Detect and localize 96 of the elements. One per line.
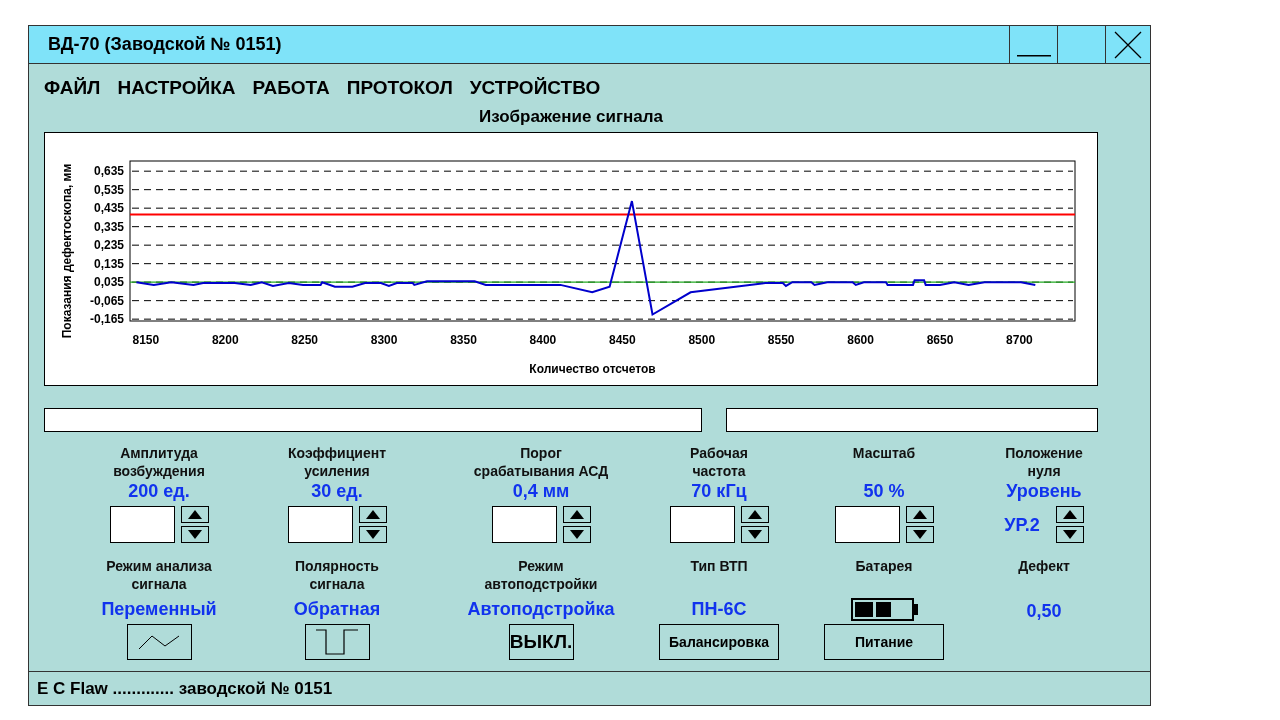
setting-value: ПН-6С	[691, 598, 747, 620]
value-input[interactable]	[669, 506, 735, 543]
x-tick-label: 8550	[767, 333, 795, 347]
x-tick-label: 8300	[370, 333, 398, 347]
y-tick-label: -0,065	[89, 293, 124, 308]
x-tick-label: 8350	[450, 333, 477, 347]
down-button[interactable]	[180, 526, 209, 543]
toggle-button[interactable]: ВЫКЛ.	[508, 624, 574, 660]
down-button[interactable]	[1055, 526, 1084, 543]
setting-value: 70 кГц	[691, 480, 747, 502]
setting-label: Батарея	[855, 557, 913, 575]
power-button[interactable]: Питание	[824, 624, 944, 660]
setting-label: Порог срабатывания АСД	[473, 444, 609, 480]
down-button[interactable]	[905, 526, 934, 543]
setting-label: Положение нуля	[1005, 444, 1083, 480]
setting-label: Тип ВТП	[690, 557, 748, 575]
setting-value: 200 ед.	[128, 480, 190, 502]
setting-label: Амплитуда возбуждения	[113, 444, 205, 480]
minimize-icon	[1016, 55, 1051, 57]
up-triangle-icon	[569, 510, 584, 519]
y-tick-label: 0,235	[93, 238, 124, 253]
polarity-button[interactable]	[304, 624, 370, 660]
balance-button[interactable]: Балансировка	[659, 624, 779, 660]
setting-value: 50 %	[863, 480, 905, 502]
y-tick-label: -0,165	[89, 312, 124, 327]
x-tick-label: 8700	[1006, 333, 1033, 347]
y-tick-label: 0,635	[93, 164, 124, 179]
value-input[interactable]	[287, 506, 353, 543]
up-button[interactable]	[905, 506, 934, 523]
x-tick-label: 8600	[847, 333, 874, 347]
x-tick-label: 8250	[291, 333, 319, 347]
value-input[interactable]	[491, 506, 557, 543]
up-button[interactable]	[1055, 506, 1084, 523]
x-tick-label: 8650	[926, 333, 954, 347]
triangle-wave-icon	[138, 634, 180, 650]
x-tick-label: 8200	[211, 333, 239, 347]
window-title: ВД-70 (Заводской № 0151)	[48, 33, 283, 56]
setting-value: УР.2	[1004, 513, 1040, 536]
y-axis-title: Показания дефектоскопа, мм	[60, 163, 74, 339]
up-triangle-icon	[912, 510, 927, 519]
setting-value: 30 ед.	[311, 480, 363, 502]
setting-label: Рабочая частота	[690, 444, 748, 480]
setting-label: Масштаб	[852, 444, 916, 462]
message-field[interactable]	[44, 408, 702, 432]
up-triangle-icon	[1062, 510, 1077, 519]
down-button[interactable]	[740, 526, 769, 543]
y-tick-label: 0,535	[93, 182, 124, 197]
down-triangle-icon	[1062, 530, 1077, 539]
y-tick-label: 0,135	[93, 256, 124, 271]
x-tick-label: 8400	[529, 333, 557, 347]
battery-icon	[850, 597, 918, 621]
setting-value: 0,50	[1026, 600, 1062, 622]
info-field[interactable]	[726, 408, 1098, 432]
down-triangle-icon	[187, 530, 202, 539]
y-tick-label: 0,335	[93, 219, 124, 234]
x-tick-label: 8450	[609, 333, 636, 347]
down-triangle-icon	[747, 530, 762, 539]
x-tick-label: 8150	[132, 333, 160, 347]
chart-title: Изображение сигнала	[477, 107, 665, 127]
setting-value: Переменный	[101, 598, 217, 620]
menu-item[interactable]: ФАЙЛ	[44, 77, 101, 97]
status-text: E C Flaw ............. заводской № 0151	[37, 677, 333, 700]
setting-label: Дефект	[1018, 557, 1070, 575]
setting-label: Коэффициент усиления	[287, 444, 387, 480]
menu-item[interactable]: УСТРОЙСТВО	[469, 77, 601, 97]
up-triangle-icon	[365, 510, 380, 519]
setting-value: 0,4 мм	[512, 480, 570, 502]
up-button[interactable]	[562, 506, 591, 523]
x-axis-title: Количество отсчетов	[529, 362, 656, 376]
setting-label: Полярность сигнала	[295, 557, 379, 593]
y-tick-label: 0,035	[93, 275, 124, 290]
x-tick-label: 8500	[688, 333, 716, 347]
menu-item[interactable]: ПРОТОКОЛ	[346, 77, 453, 97]
menu-item[interactable]: РАБОТА	[252, 77, 330, 97]
waveform-button[interactable]	[126, 624, 192, 660]
value-input[interactable]	[109, 506, 175, 543]
up-button[interactable]	[740, 506, 769, 523]
close-icon	[1114, 30, 1142, 59]
menu-item[interactable]: НАСТРОЙКА	[117, 77, 236, 97]
up-button[interactable]	[358, 506, 387, 523]
down-triangle-icon	[569, 530, 584, 539]
setting-label: Режим автоподстройки	[484, 557, 598, 593]
down-button[interactable]	[358, 526, 387, 543]
setting-value: Автоподстройка	[467, 598, 615, 620]
setting-label: Режим анализа сигнала	[106, 557, 212, 593]
pulse-icon	[315, 629, 359, 655]
down-button[interactable]	[562, 526, 591, 543]
y-tick-label: 0,435	[93, 201, 124, 216]
setting-value: Обратная	[293, 598, 381, 620]
down-triangle-icon	[912, 530, 927, 539]
value-input[interactable]	[834, 506, 900, 543]
up-triangle-icon	[747, 510, 762, 519]
down-triangle-icon	[365, 530, 380, 539]
up-triangle-icon	[187, 510, 202, 519]
setting-value: Уровень	[1006, 480, 1082, 502]
up-button[interactable]	[180, 506, 209, 523]
